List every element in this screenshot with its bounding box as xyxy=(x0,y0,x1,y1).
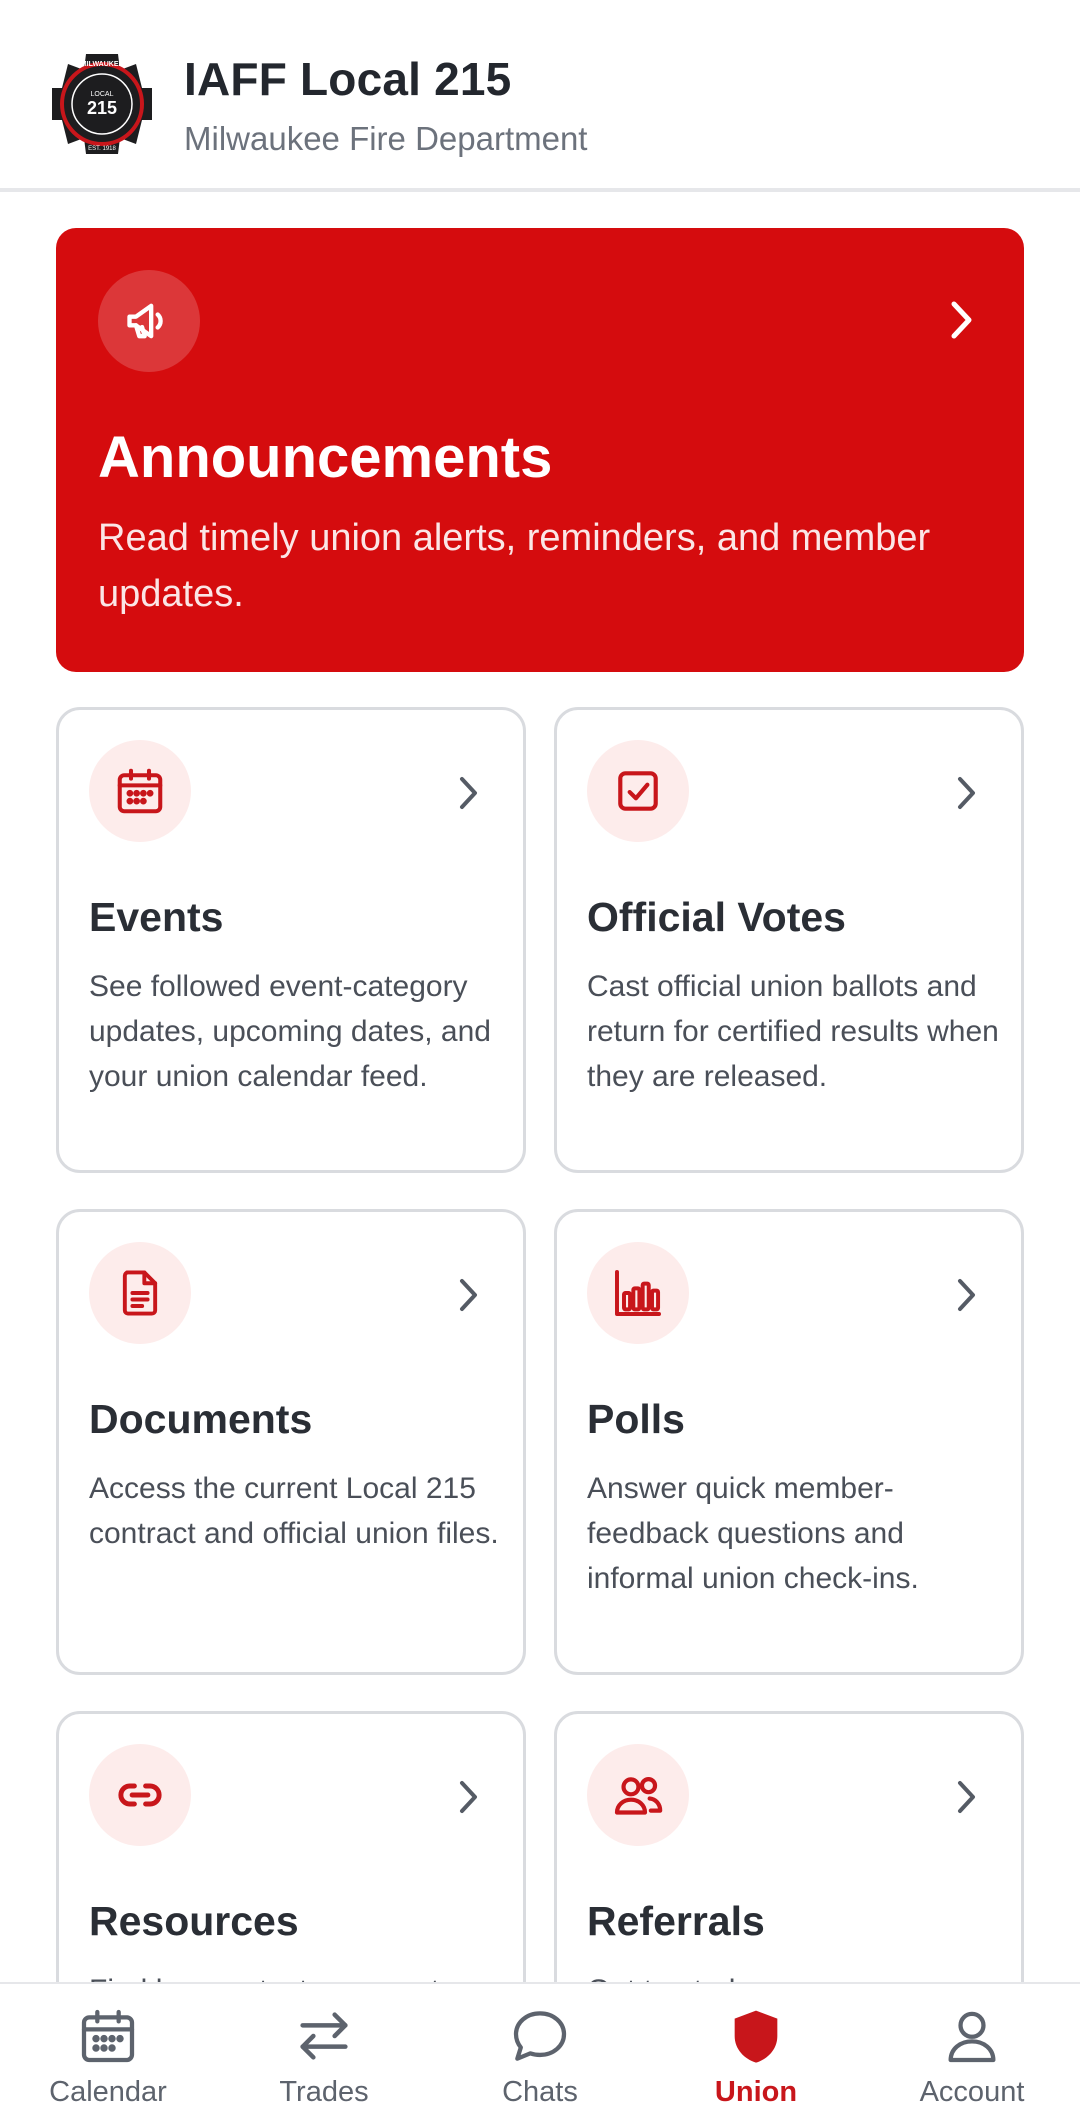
chevron-right-icon xyxy=(951,301,972,339)
announcements-title: Announcements xyxy=(98,425,553,490)
card-description: Find key contacts, support xyxy=(89,1968,509,1982)
polls-card[interactable]: Polls Answer quick member-feedback quest… xyxy=(554,1209,1024,1675)
nav-calendar[interactable]: Calendar xyxy=(0,1984,216,2121)
bar-chart-icon xyxy=(615,1270,661,1316)
calendar-icon xyxy=(81,2009,135,2063)
nav-trades[interactable]: Trades xyxy=(216,1984,432,2121)
svg-text:215: 215 xyxy=(87,98,117,118)
document-icon xyxy=(122,1270,158,1316)
union-menu[interactable]: Announcements Read timely union alerts, … xyxy=(0,196,1080,1982)
chevron-right-icon xyxy=(958,1279,975,1311)
events-icon-badge xyxy=(89,740,191,842)
person-icon xyxy=(948,2011,996,2063)
events-card[interactable]: Events See followed event-category updat… xyxy=(56,707,526,1173)
polls-icon-badge xyxy=(587,1242,689,1344)
page-title: IAFF Local 215 xyxy=(184,53,512,105)
nav-account[interactable]: Account xyxy=(864,1984,1080,2121)
card-title: Events xyxy=(89,894,224,940)
chevron-right-icon xyxy=(958,1781,975,1813)
announcements-icon-badge xyxy=(98,270,200,372)
app-header: MILWAUKEE LOCAL 215 EST. 1918 IAFF Local… xyxy=(0,0,1080,192)
bottom-nav: Calendar Trades Chats Union Account xyxy=(0,1982,1080,2121)
card-description: See followed event-category updates, upc… xyxy=(89,970,491,1093)
calendar-icon xyxy=(117,768,163,814)
announcements-card[interactable]: Announcements Read timely union alerts, … xyxy=(56,228,1024,672)
chat-bubble-icon xyxy=(513,2011,567,2061)
link-icon xyxy=(118,1783,162,1807)
documents-icon-badge xyxy=(89,1242,191,1344)
chevron-right-icon xyxy=(460,1781,477,1813)
card-title: Resources xyxy=(89,1898,299,1944)
megaphone-icon xyxy=(127,303,163,339)
checkbox-icon xyxy=(618,771,658,811)
card-description: Cast official union ballots and return f… xyxy=(587,970,999,1093)
nav-label: Chats xyxy=(502,2076,578,2108)
users-icon xyxy=(614,1777,663,1815)
announcements-description: Read timely union alerts, reminders, and… xyxy=(98,517,931,615)
nav-label: Trades xyxy=(279,2076,369,2108)
card-title: Polls xyxy=(587,1396,685,1442)
swap-arrows-icon xyxy=(300,2012,348,2060)
nav-label: Account xyxy=(919,2076,1025,2108)
shield-icon xyxy=(734,2010,778,2063)
card-title: Documents xyxy=(89,1396,313,1442)
referrals-card[interactable]: Referrals Get trusted xyxy=(554,1711,1024,1982)
nav-label: Calendar xyxy=(49,2076,167,2108)
resources-icon-badge xyxy=(89,1744,191,1846)
nav-union[interactable]: Union xyxy=(648,1984,864,2121)
card-description: Access the current Local 215 contract an… xyxy=(89,1472,499,1550)
resources-card[interactable]: Resources Find key contacts, support xyxy=(56,1711,526,1982)
official-votes-card[interactable]: Official Votes Cast official union ballo… xyxy=(554,707,1024,1173)
referrals-icon-badge xyxy=(587,1744,689,1846)
svg-text:MILWAUKEE: MILWAUKEE xyxy=(81,61,124,68)
union-logo: MILWAUKEE LOCAL 215 EST. 1918 xyxy=(52,54,152,154)
svg-text:LOCAL: LOCAL xyxy=(91,91,114,98)
card-description: Get trusted xyxy=(587,1968,1007,1982)
chevron-right-icon xyxy=(958,777,975,809)
nav-label: Union xyxy=(714,2076,798,2108)
official-votes-icon-badge xyxy=(587,740,689,842)
documents-card[interactable]: Documents Access the current Local 215 c… xyxy=(56,1209,526,1675)
chevron-right-icon xyxy=(460,1279,477,1311)
chevron-right-icon xyxy=(460,777,477,809)
page-subtitle: Milwaukee Fire Department xyxy=(184,120,588,157)
card-title: Official Votes xyxy=(587,894,846,940)
card-description: Answer quick member-feedback questions a… xyxy=(587,1472,919,1595)
svg-text:EST. 1918: EST. 1918 xyxy=(88,146,116,152)
card-title: Referrals xyxy=(587,1898,765,1944)
nav-chats[interactable]: Chats xyxy=(432,1984,648,2121)
